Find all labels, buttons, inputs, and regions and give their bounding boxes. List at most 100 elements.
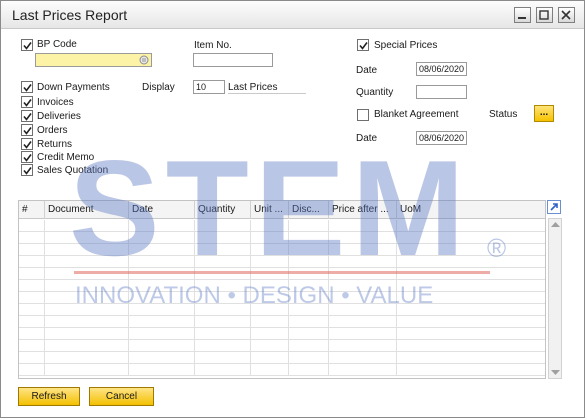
table-cell[interactable] <box>129 340 195 352</box>
table-cell[interactable] <box>129 364 195 376</box>
table-cell[interactable] <box>195 340 251 352</box>
table-cell[interactable] <box>195 232 251 244</box>
returns-checkbox[interactable] <box>21 138 33 150</box>
column-header[interactable]: UoM <box>397 201 545 219</box>
column-header[interactable]: Quantity <box>195 201 251 219</box>
table-cell[interactable] <box>251 232 289 244</box>
table-cell[interactable] <box>19 364 45 376</box>
table-cell[interactable] <box>251 292 289 304</box>
table-cell[interactable] <box>129 256 195 268</box>
credit-memo-checkbox[interactable] <box>21 151 33 163</box>
special-prices-checkbox[interactable] <box>357 39 369 51</box>
table-cell[interactable] <box>329 316 397 328</box>
table-cell[interactable] <box>289 340 329 352</box>
table-cell[interactable] <box>195 268 251 280</box>
table-cell[interactable] <box>45 256 129 268</box>
table-cell[interactable] <box>45 316 129 328</box>
table-cell[interactable] <box>251 328 289 340</box>
table-cell[interactable] <box>329 364 397 376</box>
table-cell[interactable] <box>329 256 397 268</box>
table-cell[interactable] <box>129 280 195 292</box>
sales-quotation-checkbox[interactable] <box>21 164 33 176</box>
refresh-button[interactable]: Refresh <box>18 387 80 406</box>
table-row[interactable] <box>19 352 545 364</box>
table-cell[interactable] <box>251 364 289 376</box>
table-cell[interactable] <box>129 232 195 244</box>
date2-input[interactable]: 08/06/2020 <box>416 131 467 145</box>
table-cell[interactable] <box>195 352 251 364</box>
table-row[interactable] <box>19 328 545 340</box>
table-cell[interactable] <box>195 220 251 232</box>
table-cell[interactable] <box>289 244 329 256</box>
scroll-down-icon[interactable] <box>551 369 560 376</box>
table-cell[interactable] <box>329 304 397 316</box>
scroll-up-icon[interactable] <box>551 221 560 228</box>
table-cell[interactable] <box>289 304 329 316</box>
table-cell[interactable] <box>329 232 397 244</box>
results-table[interactable]: # Document Date Quantity Unit ... Disc..… <box>18 200 546 379</box>
table-cell[interactable] <box>289 220 329 232</box>
table-cell[interactable] <box>289 256 329 268</box>
table-cell[interactable] <box>19 268 45 280</box>
table-cell[interactable] <box>45 328 129 340</box>
table-cell[interactable] <box>19 328 45 340</box>
table-cell[interactable] <box>251 220 289 232</box>
table-row[interactable] <box>19 232 545 244</box>
table-row[interactable] <box>19 340 545 352</box>
table-row[interactable] <box>19 244 545 256</box>
table-row[interactable] <box>19 316 545 328</box>
table-cell[interactable] <box>329 328 397 340</box>
table-cell[interactable] <box>329 244 397 256</box>
table-cell[interactable] <box>45 352 129 364</box>
table-cell[interactable] <box>329 340 397 352</box>
cancel-button[interactable]: Cancel <box>89 387 154 406</box>
status-select-button[interactable]: ... <box>534 105 554 122</box>
table-cell[interactable] <box>19 304 45 316</box>
table-cell[interactable] <box>19 280 45 292</box>
table-cell[interactable] <box>289 364 329 376</box>
minimize-button[interactable] <box>514 7 531 23</box>
table-cell[interactable] <box>129 304 195 316</box>
table-cell[interactable] <box>251 256 289 268</box>
table-cell[interactable] <box>251 280 289 292</box>
table-cell[interactable] <box>19 316 45 328</box>
table-cell[interactable] <box>19 352 45 364</box>
table-cell[interactable] <box>129 292 195 304</box>
table-row[interactable] <box>19 304 545 316</box>
table-row[interactable] <box>19 220 545 232</box>
table-scrollbar[interactable] <box>548 218 562 379</box>
table-cell[interactable] <box>19 244 45 256</box>
table-cell[interactable] <box>251 268 289 280</box>
table-cell[interactable] <box>195 244 251 256</box>
table-cell[interactable] <box>195 328 251 340</box>
table-cell[interactable] <box>129 268 195 280</box>
bp-code-checkbox[interactable] <box>21 39 33 51</box>
table-cell[interactable] <box>195 316 251 328</box>
table-cell[interactable] <box>289 328 329 340</box>
table-cell[interactable] <box>129 244 195 256</box>
table-cell[interactable] <box>329 220 397 232</box>
table-cell[interactable] <box>329 292 397 304</box>
table-row[interactable] <box>19 364 545 376</box>
table-cell[interactable] <box>45 268 129 280</box>
table-cell[interactable] <box>195 304 251 316</box>
table-cell[interactable] <box>129 220 195 232</box>
table-cell[interactable] <box>329 268 397 280</box>
table-cell[interactable] <box>195 280 251 292</box>
column-header[interactable]: Disc... <box>289 201 329 219</box>
column-header[interactable]: # <box>19 201 45 219</box>
close-button[interactable] <box>558 7 575 23</box>
table-cell[interactable] <box>289 316 329 328</box>
table-cell[interactable] <box>45 244 129 256</box>
table-cell[interactable] <box>45 232 129 244</box>
table-cell[interactable] <box>45 292 129 304</box>
table-cell[interactable] <box>289 280 329 292</box>
table-cell[interactable] <box>19 292 45 304</box>
column-header[interactable]: Unit ... <box>251 201 289 219</box>
table-cell[interactable] <box>45 340 129 352</box>
table-row[interactable] <box>19 280 545 292</box>
table-cell[interactable] <box>195 364 251 376</box>
down-payments-checkbox[interactable] <box>21 81 33 93</box>
table-cell[interactable] <box>289 268 329 280</box>
table-cell[interactable] <box>195 292 251 304</box>
